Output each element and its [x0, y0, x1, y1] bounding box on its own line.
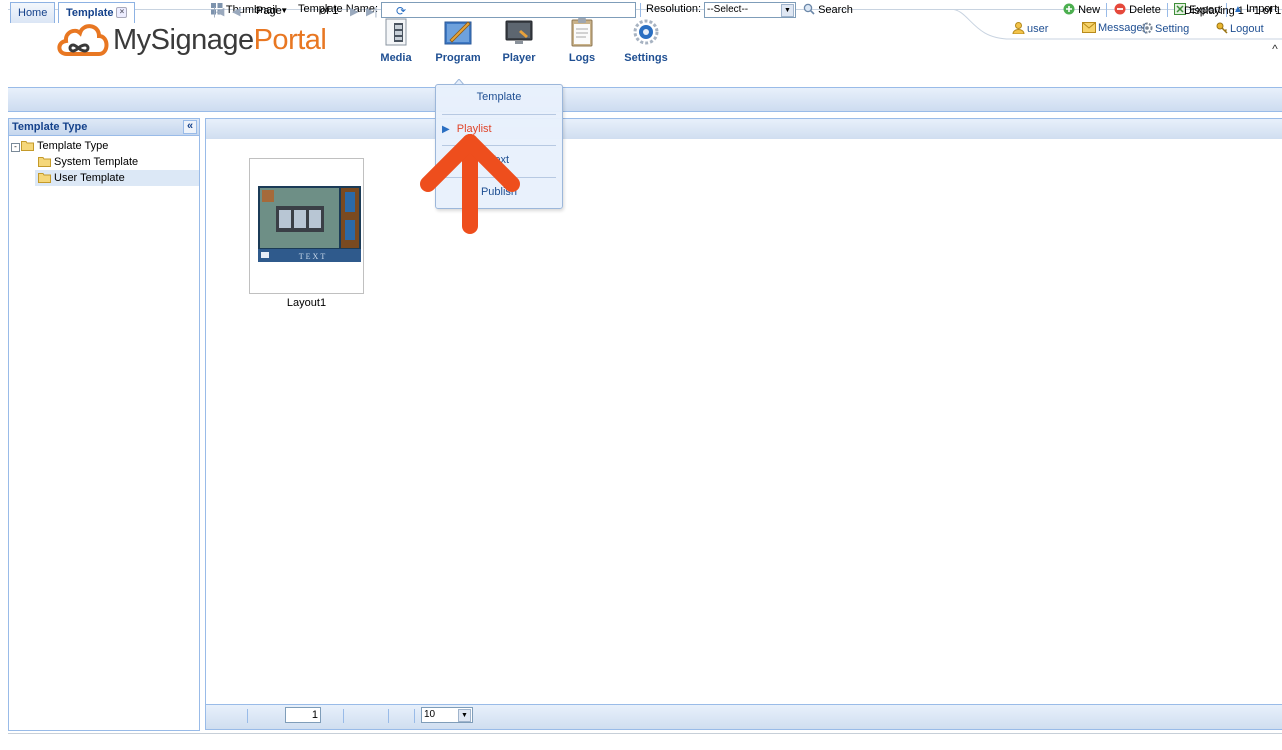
- template-preview-image: TEXT: [258, 186, 361, 262]
- clipboard-icon: [571, 18, 593, 47]
- nav-program-label: Program: [435, 52, 481, 64]
- paging-separator: [414, 709, 415, 723]
- film-document-icon: [385, 18, 407, 46]
- logo-text-primary: MySignage: [113, 24, 254, 56]
- panel-header: Template Type «: [9, 119, 199, 136]
- page-number-input[interactable]: [285, 707, 321, 723]
- key-icon: [1216, 22, 1228, 34]
- tab-home[interactable]: Home: [10, 2, 56, 23]
- panel-title: Template Type: [12, 121, 88, 133]
- user-link-label: user: [1027, 23, 1049, 35]
- toolbar-separator: [640, 3, 641, 17]
- toolbar-separator: [1106, 3, 1107, 17]
- cog-icon: [1141, 22, 1153, 34]
- template-name-input[interactable]: [381, 2, 636, 18]
- page-size-select[interactable]: 10 ▼: [421, 707, 473, 723]
- template-type-panel: Template Type « - Template Type System Te…: [8, 118, 200, 731]
- user-icon: [1012, 22, 1025, 34]
- delete-button[interactable]: Delete: [1114, 3, 1161, 16]
- last-page-icon[interactable]: ▶|: [366, 5, 377, 18]
- nav-media[interactable]: Media: [364, 16, 428, 64]
- paging-toolbar: [205, 704, 1282, 730]
- nav-player[interactable]: Player: [487, 16, 551, 64]
- paging-separator: [388, 709, 389, 723]
- program-pen-icon: [444, 21, 472, 45]
- annotation-up-arrow-icon: [420, 134, 520, 234]
- setting-link-label: Setting: [1155, 23, 1190, 35]
- logout-link-label: Logout: [1230, 23, 1264, 35]
- setting-link[interactable]: Setting: [1141, 22, 1189, 35]
- add-circle-icon: [1063, 3, 1075, 15]
- next-page-icon[interactable]: ▶: [350, 5, 358, 18]
- logo-text-accent: Portal: [253, 24, 327, 56]
- nav-logs-label: Logs: [568, 52, 596, 64]
- new-button[interactable]: New: [1063, 3, 1100, 16]
- tab-template-label: Template: [66, 7, 114, 19]
- toolbar-separator: [1167, 3, 1168, 17]
- resolution-label: Resolution:: [646, 3, 702, 15]
- remove-circle-icon: [1114, 3, 1126, 15]
- nav-program[interactable]: Program: [426, 16, 490, 64]
- tab-close-icon[interactable]: ×: [116, 7, 128, 18]
- tab-strip: [8, 87, 1282, 112]
- monitor-icon: [505, 20, 533, 44]
- chevron-down-icon: ▼: [458, 709, 471, 722]
- folder-open-icon: [21, 141, 34, 151]
- page-size-value: 10: [424, 709, 436, 720]
- tree-root-label: Template Type: [37, 140, 109, 152]
- tree-item-label: User Template: [54, 172, 125, 184]
- nav-settings-label: Settings: [624, 52, 668, 64]
- search-button[interactable]: Search: [803, 3, 853, 16]
- first-page-icon[interactable]: |◀: [213, 5, 224, 18]
- nav-media-label: Media: [380, 52, 412, 64]
- cloud-logo-icon: [57, 24, 109, 56]
- header-curve-decoration: [950, 9, 1282, 40]
- tree-collapse-icon[interactable]: -: [11, 143, 20, 152]
- template-thumbnail-card[interactable]: TEXT: [249, 158, 364, 294]
- user-link[interactable]: user: [1012, 22, 1048, 35]
- template-grid: [205, 139, 1282, 704]
- refresh-icon[interactable]: ⟳: [396, 4, 406, 18]
- tab-template[interactable]: Template ×: [58, 2, 136, 23]
- paging-separator: [247, 709, 248, 723]
- prev-page-icon[interactable]: ◀: [232, 5, 240, 18]
- message-link[interactable]: Message(: [1082, 22, 1146, 34]
- menu-item-template[interactable]: Template: [436, 91, 562, 103]
- app-logo[interactable]: MySignagePortal: [55, 18, 335, 58]
- collapse-header-chevron-icon[interactable]: ^: [1268, 42, 1282, 56]
- message-link-label: Message(: [1098, 22, 1147, 34]
- folder-icon: [38, 173, 51, 183]
- footer: [8, 733, 1282, 750]
- gear-icon: [633, 19, 659, 45]
- search-icon: [803, 3, 815, 15]
- resolution-select-value: --Select--: [707, 4, 749, 15]
- collapse-panel-icon[interactable]: «: [183, 120, 197, 134]
- tree-node-root[interactable]: - Template Type: [11, 138, 108, 154]
- tree-node-system-template[interactable]: System Template: [38, 154, 138, 170]
- displaying-count: Displaying 1 - 1 of 1: [1184, 5, 1282, 17]
- template-thumbnail-label[interactable]: Layout1: [249, 297, 364, 309]
- template-toolbar: [205, 118, 1282, 140]
- tab-home-label: Home: [18, 7, 48, 19]
- new-button-label: New: [1078, 4, 1101, 16]
- tree-node-user-template[interactable]: User Template: [35, 170, 199, 186]
- envelope-icon: [1082, 22, 1096, 33]
- nav-settings[interactable]: Settings: [614, 16, 678, 64]
- delete-button-label: Delete: [1129, 4, 1161, 16]
- folder-icon: [38, 157, 51, 167]
- menu-separator: [442, 114, 556, 115]
- search-button-label: Search: [818, 4, 853, 16]
- nav-player-label: Player: [502, 52, 536, 64]
- page-count-label: of 1: [320, 5, 339, 17]
- resolution-select[interactable]: --Select-- ▼: [704, 2, 796, 18]
- tree-item-label: System Template: [54, 156, 139, 168]
- thumb-text: TEXT: [299, 252, 327, 261]
- chevron-down-icon: ▼: [781, 4, 794, 17]
- logout-link[interactable]: Logout: [1216, 22, 1264, 35]
- page-label: Page: [256, 5, 282, 17]
- paging-separator: [343, 709, 344, 723]
- nav-logs[interactable]: Logs: [550, 16, 614, 64]
